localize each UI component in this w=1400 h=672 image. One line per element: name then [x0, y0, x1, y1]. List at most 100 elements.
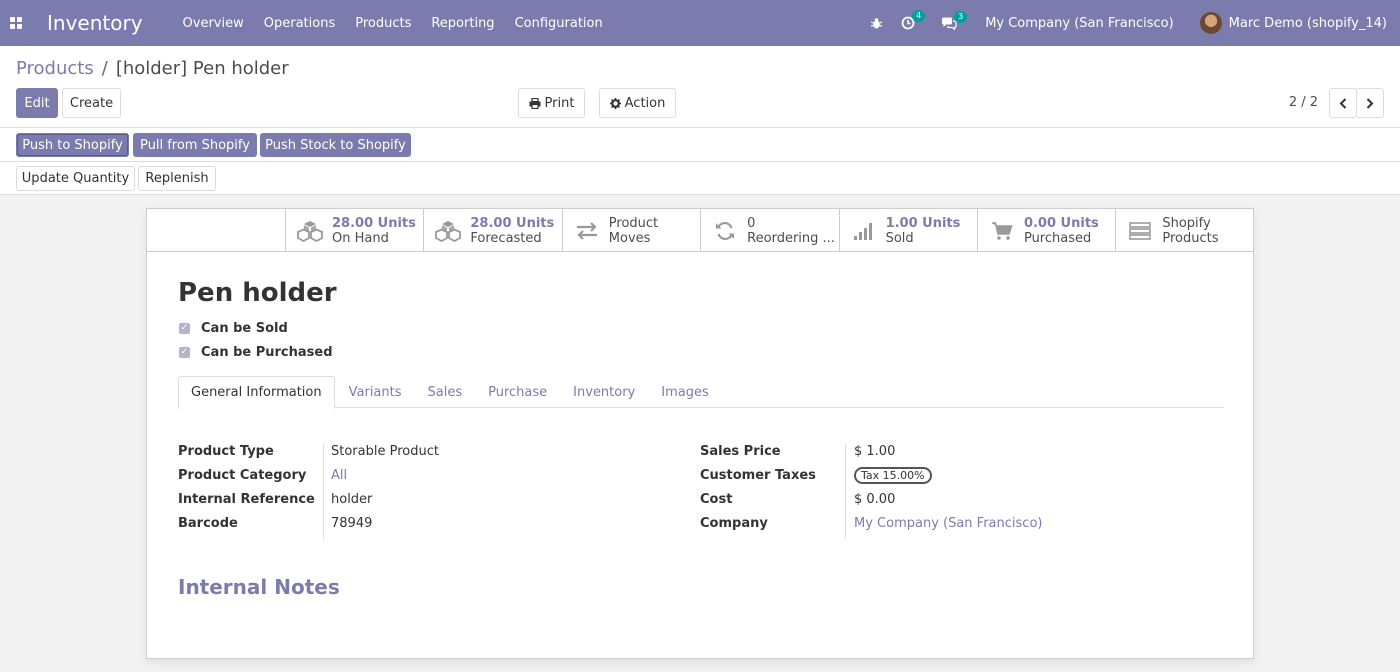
- internal-notes-heading: Internal Notes: [178, 575, 340, 599]
- exchange-icon: [573, 221, 601, 240]
- sold-stat-button[interactable]: 1.00 Units Sold: [838, 209, 977, 252]
- sales-price-field[interactable]: $ 1.00: [854, 444, 895, 459]
- forecasted-stat-button[interactable]: 28.00 Units Forecasted: [423, 209, 561, 252]
- product-type-label: Product Type: [178, 444, 274, 459]
- internal-reference-label: Internal Reference: [178, 492, 315, 507]
- list-icon: [1126, 221, 1154, 240]
- can-be-purchased-checkbox[interactable]: ✓: [179, 347, 190, 358]
- menu-operations[interactable]: Operations: [264, 16, 335, 31]
- product-category-field[interactable]: All: [331, 468, 347, 483]
- create-button[interactable]: Create: [62, 88, 121, 118]
- tax-badge[interactable]: Tax 15.00%: [854, 467, 932, 484]
- replenish-button[interactable]: Replenish: [138, 166, 216, 191]
- menu-configuration[interactable]: Configuration: [515, 16, 603, 31]
- company-label: Company: [700, 516, 768, 531]
- barcode-field[interactable]: 78949: [331, 516, 372, 531]
- tab-variants[interactable]: Variants: [337, 376, 414, 408]
- update-quantity-button[interactable]: Update Quantity: [16, 166, 135, 191]
- action-button[interactable]: Action: [599, 88, 676, 118]
- can-be-sold-checkbox[interactable]: ✓: [179, 323, 190, 334]
- apps-menu-icon[interactable]: [10, 17, 22, 29]
- pull-from-shopify-button[interactable]: Pull from Shopify: [133, 133, 257, 157]
- customer-taxes-label: Customer Taxes: [700, 468, 816, 483]
- tab-general-information[interactable]: General Information: [178, 376, 335, 409]
- product-category-label: Product Category: [178, 468, 307, 483]
- menu-overview[interactable]: Overview: [183, 16, 244, 31]
- sold-label: Sold: [885, 230, 914, 246]
- product-name-title[interactable]: Pen holder: [178, 278, 337, 308]
- breadcrumb-products-link[interactable]: Products: [16, 58, 94, 79]
- print-button[interactable]: Print: [518, 88, 585, 118]
- internal-reference-field[interactable]: holder: [331, 492, 372, 507]
- on-hand-value: 28.00 Units: [332, 215, 416, 231]
- pager-next-button[interactable]: [1356, 88, 1384, 118]
- smart-button-box: 28.00 Units On Hand 28.00 Units Forecast…: [285, 209, 1254, 252]
- cost-label: Cost: [700, 492, 733, 507]
- breadcrumb-current: [holder] Pen holder: [115, 58, 289, 79]
- purchased-stat-button[interactable]: 0.00 Units Purchased: [976, 209, 1115, 252]
- menu-products[interactable]: Products: [355, 16, 411, 31]
- can-be-sold-row: ✓ Can be Sold: [179, 321, 288, 336]
- product-type-field[interactable]: Storable Product: [331, 444, 439, 459]
- breadcrumb: Products / [holder] Pen holder: [16, 58, 289, 79]
- pager-previous-button[interactable]: [1329, 88, 1357, 118]
- cost-field[interactable]: $ 0.00: [854, 492, 895, 507]
- barcode-label: Barcode: [178, 516, 238, 531]
- sold-value: 1.00 Units: [885, 215, 961, 231]
- can-be-sold-label: Can be Sold: [201, 321, 288, 336]
- chevron-right-icon: [1366, 97, 1374, 109]
- tab-purchase[interactable]: Purchase: [476, 376, 559, 408]
- breadcrumb-separator: /: [101, 58, 108, 79]
- cubes-icon: [434, 220, 462, 242]
- product-moves-value: Product: [608, 215, 659, 231]
- shopify-products-stat-button[interactable]: Shopify Products: [1115, 209, 1253, 252]
- messages-chat-icon[interactable]: 3: [941, 10, 968, 30]
- signal-icon: [850, 222, 878, 240]
- reordering-stat-button[interactable]: 0 Reordering ...: [700, 209, 838, 252]
- tab-inventory[interactable]: Inventory: [561, 376, 647, 408]
- company-switcher[interactable]: My Company (San Francisco): [985, 16, 1173, 31]
- company-field[interactable]: My Company (San Francisco): [854, 516, 1042, 531]
- on-hand-stat-button[interactable]: 28.00 Units On Hand: [285, 209, 423, 252]
- can-be-purchased-row: ✓ Can be Purchased: [179, 345, 333, 360]
- shopify-button-bar: Push to Shopify Pull from Shopify Push S…: [0, 128, 1400, 162]
- user-avatar[interactable]: [1199, 12, 1222, 34]
- print-label: Print: [544, 95, 575, 111]
- debug-bug-icon[interactable]: [870, 17, 883, 30]
- chevron-left-icon: [1339, 97, 1347, 109]
- user-menu[interactable]: Marc Demo (shopify_14): [1229, 16, 1387, 31]
- form-header-bar: Update Quantity Replenish: [0, 162, 1400, 195]
- message-count-badge: 3: [954, 10, 968, 23]
- forecasted-label: Forecasted: [470, 230, 542, 246]
- tab-images[interactable]: Images: [649, 376, 721, 408]
- cart-icon: [988, 221, 1016, 241]
- tab-sales[interactable]: Sales: [416, 376, 475, 408]
- purchased-value: 0.00 Units: [1023, 215, 1099, 231]
- reordering-label: Reordering ...: [747, 230, 835, 246]
- shopify-products-label: Products: [1162, 230, 1219, 246]
- activity-count-badge: 4: [912, 10, 926, 22]
- sales-price-label: Sales Price: [700, 444, 781, 459]
- pager-value[interactable]: 2 / 2: [1289, 95, 1318, 110]
- menu-reporting[interactable]: Reporting: [431, 16, 494, 31]
- can-be-purchased-label: Can be Purchased: [201, 345, 333, 360]
- purchased-label: Purchased: [1023, 230, 1092, 246]
- on-hand-label: On Hand: [332, 230, 389, 246]
- reordering-value: 0: [747, 215, 756, 231]
- product-moves-label: Moves: [608, 230, 651, 246]
- refresh-icon: [711, 221, 739, 241]
- edit-button[interactable]: Edit: [16, 88, 58, 118]
- cubes-icon: [296, 220, 324, 242]
- top-navbar: Inventory Overview Operations Products R…: [0, 0, 1400, 46]
- control-panel: Products / [holder] Pen holder Edit Crea…: [0, 46, 1400, 128]
- push-to-shopify-button[interactable]: Push to Shopify: [16, 133, 129, 157]
- product-moves-stat-button[interactable]: Product Moves: [561, 209, 700, 252]
- gear-icon: [609, 97, 621, 109]
- form-sheet: 28.00 Units On Hand 28.00 Units Forecast…: [146, 208, 1254, 659]
- app-name[interactable]: Inventory: [47, 11, 143, 35]
- action-label: Action: [624, 95, 666, 111]
- shopify-products-value: Shopify: [1162, 215, 1211, 231]
- push-stock-to-shopify-button[interactable]: Push Stock to Shopify: [260, 133, 411, 157]
- forecasted-value: 28.00 Units: [470, 215, 555, 231]
- activity-clock-icon[interactable]: 4: [901, 10, 926, 30]
